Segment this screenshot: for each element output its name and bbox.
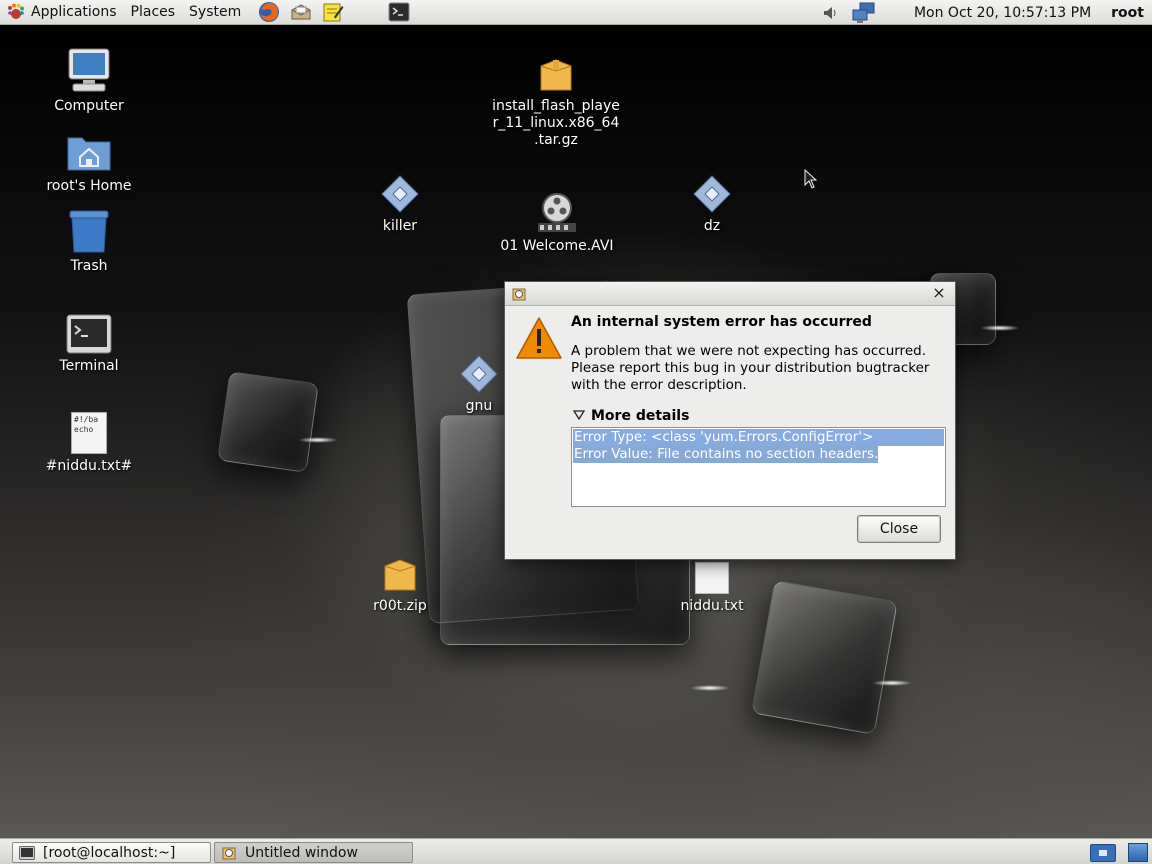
archive-package-icon bbox=[540, 59, 572, 91]
mouse-pointer-icon bbox=[804, 168, 818, 193]
flash-player-desktop-icon[interactable]: install_flash_player_11_linux.x86_64.tar… bbox=[488, 46, 624, 149]
home-desktop-icon[interactable]: root's Home bbox=[24, 126, 154, 195]
applications-menu[interactable]: Applications bbox=[0, 0, 124, 25]
text-file-icon: #!/ba echo bbox=[71, 412, 107, 454]
script-preview-line-1: #!/ba bbox=[74, 415, 99, 424]
computer-icon bbox=[68, 48, 110, 92]
workspace-switcher[interactable] bbox=[1128, 843, 1148, 862]
places-menu[interactable]: Places bbox=[124, 0, 183, 25]
bottom-panel: [root@localhost:~] Untitled window bbox=[0, 838, 1152, 864]
show-desktop-button[interactable] bbox=[1090, 844, 1116, 862]
mail-launcher[interactable] bbox=[288, 0, 314, 25]
mail-icon bbox=[291, 4, 311, 20]
wallpaper-cube bbox=[217, 371, 319, 473]
welcome-video-label: 01 Welcome.AVI bbox=[500, 238, 614, 254]
terminal-icon bbox=[388, 2, 410, 22]
taskbar-button-untitled-window[interactable]: Untitled window bbox=[214, 842, 413, 863]
home-folder-icon bbox=[67, 137, 111, 171]
killer-label: killer bbox=[382, 218, 418, 234]
niddu-txt-label: niddu.txt bbox=[680, 598, 744, 614]
computer-desktop-icon[interactable]: Computer bbox=[24, 46, 154, 115]
more-details-expander[interactable]: More details bbox=[572, 408, 690, 424]
script-preview-line-2: echo bbox=[74, 425, 94, 434]
dz-desktop-icon[interactable]: dz bbox=[647, 166, 777, 235]
network-icon[interactable] bbox=[852, 2, 876, 24]
script-file-icon bbox=[381, 175, 419, 213]
places-menu-label: Places bbox=[130, 4, 176, 20]
package-updater-icon bbox=[221, 845, 237, 861]
taskbar-button-terminal[interactable]: [root@localhost:~] bbox=[12, 842, 211, 863]
error-details-textview[interactable]: Error Type: <class 'yum.Errors.ConfigErr… bbox=[571, 427, 946, 507]
terminal-icon bbox=[19, 845, 35, 860]
text-editor-icon bbox=[323, 3, 344, 22]
user-name[interactable]: root bbox=[1101, 5, 1152, 21]
terminal-label: Terminal bbox=[59, 358, 119, 374]
trash-icon bbox=[69, 210, 109, 253]
dialog-message: A problem that we were not expecting has… bbox=[571, 343, 930, 393]
error-type-line: Error Type: <class 'yum.Errors.ConfigErr… bbox=[573, 429, 944, 446]
gnome-foot-icon bbox=[8, 3, 24, 19]
script-file-icon bbox=[460, 355, 498, 393]
package-updater-icon bbox=[511, 286, 527, 306]
error-value-line: Error Value: File contains no section he… bbox=[573, 446, 879, 463]
close-button[interactable]: Close bbox=[857, 515, 941, 543]
welcome-video-desktop-icon[interactable]: 01 Welcome.AVI bbox=[490, 186, 624, 255]
dialog-titlebar[interactable]: × bbox=[505, 282, 955, 306]
error-dialog: × An internal system error has occurred … bbox=[504, 281, 956, 560]
terminal-launcher[interactable] bbox=[386, 0, 412, 25]
more-details-label: More details bbox=[591, 408, 690, 424]
niddu-backup-desktop-icon[interactable]: #!/ba echo #niddu.txt# bbox=[24, 406, 154, 475]
script-file-icon bbox=[693, 175, 731, 213]
niddu-backup-label: #niddu.txt# bbox=[45, 458, 133, 474]
top-panel: Applications Places System Mon Oct 20, 1… bbox=[0, 0, 1152, 25]
home-label: root's Home bbox=[46, 178, 132, 194]
r00t-zip-label: r00t.zip bbox=[373, 598, 427, 614]
text-file-icon bbox=[695, 562, 729, 594]
wallpaper-glow bbox=[298, 437, 338, 443]
taskbar-terminal-label: [root@localhost:~] bbox=[43, 844, 176, 861]
firefox-icon bbox=[259, 2, 280, 22]
volume-icon[interactable] bbox=[822, 4, 840, 22]
clock[interactable]: Mon Oct 20, 10:57:13 PM bbox=[904, 5, 1101, 21]
dialog-close-icon[interactable]: × bbox=[931, 285, 947, 301]
terminal-icon bbox=[66, 314, 112, 354]
computer-label: Computer bbox=[54, 98, 124, 114]
flash-player-label: install_flash_player_11_linux.x86_64.tar… bbox=[492, 98, 620, 148]
wallpaper-glow bbox=[980, 325, 1020, 331]
wallpaper-glow bbox=[872, 680, 912, 686]
system-menu-label: System bbox=[189, 4, 242, 20]
system-menu[interactable]: System bbox=[182, 0, 248, 25]
trash-desktop-icon[interactable]: Trash bbox=[24, 206, 154, 275]
trash-label: Trash bbox=[70, 258, 108, 274]
firefox-launcher[interactable] bbox=[256, 0, 282, 25]
archive-package-icon bbox=[384, 559, 416, 591]
taskbar-untitled-label: Untitled window bbox=[245, 844, 358, 861]
dialog-heading: An internal system error has occurred bbox=[571, 314, 872, 330]
dz-label: dz bbox=[703, 218, 721, 234]
terminal-desktop-icon[interactable]: Terminal bbox=[24, 306, 154, 375]
wallpaper-glow bbox=[690, 685, 730, 691]
killer-desktop-icon[interactable]: killer bbox=[335, 166, 465, 235]
r00t-zip-desktop-icon[interactable]: r00t.zip bbox=[335, 546, 465, 615]
warning-icon bbox=[515, 316, 563, 364]
film-reel-icon bbox=[538, 193, 576, 232]
notes-launcher[interactable] bbox=[320, 0, 346, 25]
applications-menu-label: Applications bbox=[31, 4, 117, 20]
expander-triangle-icon bbox=[572, 408, 586, 424]
